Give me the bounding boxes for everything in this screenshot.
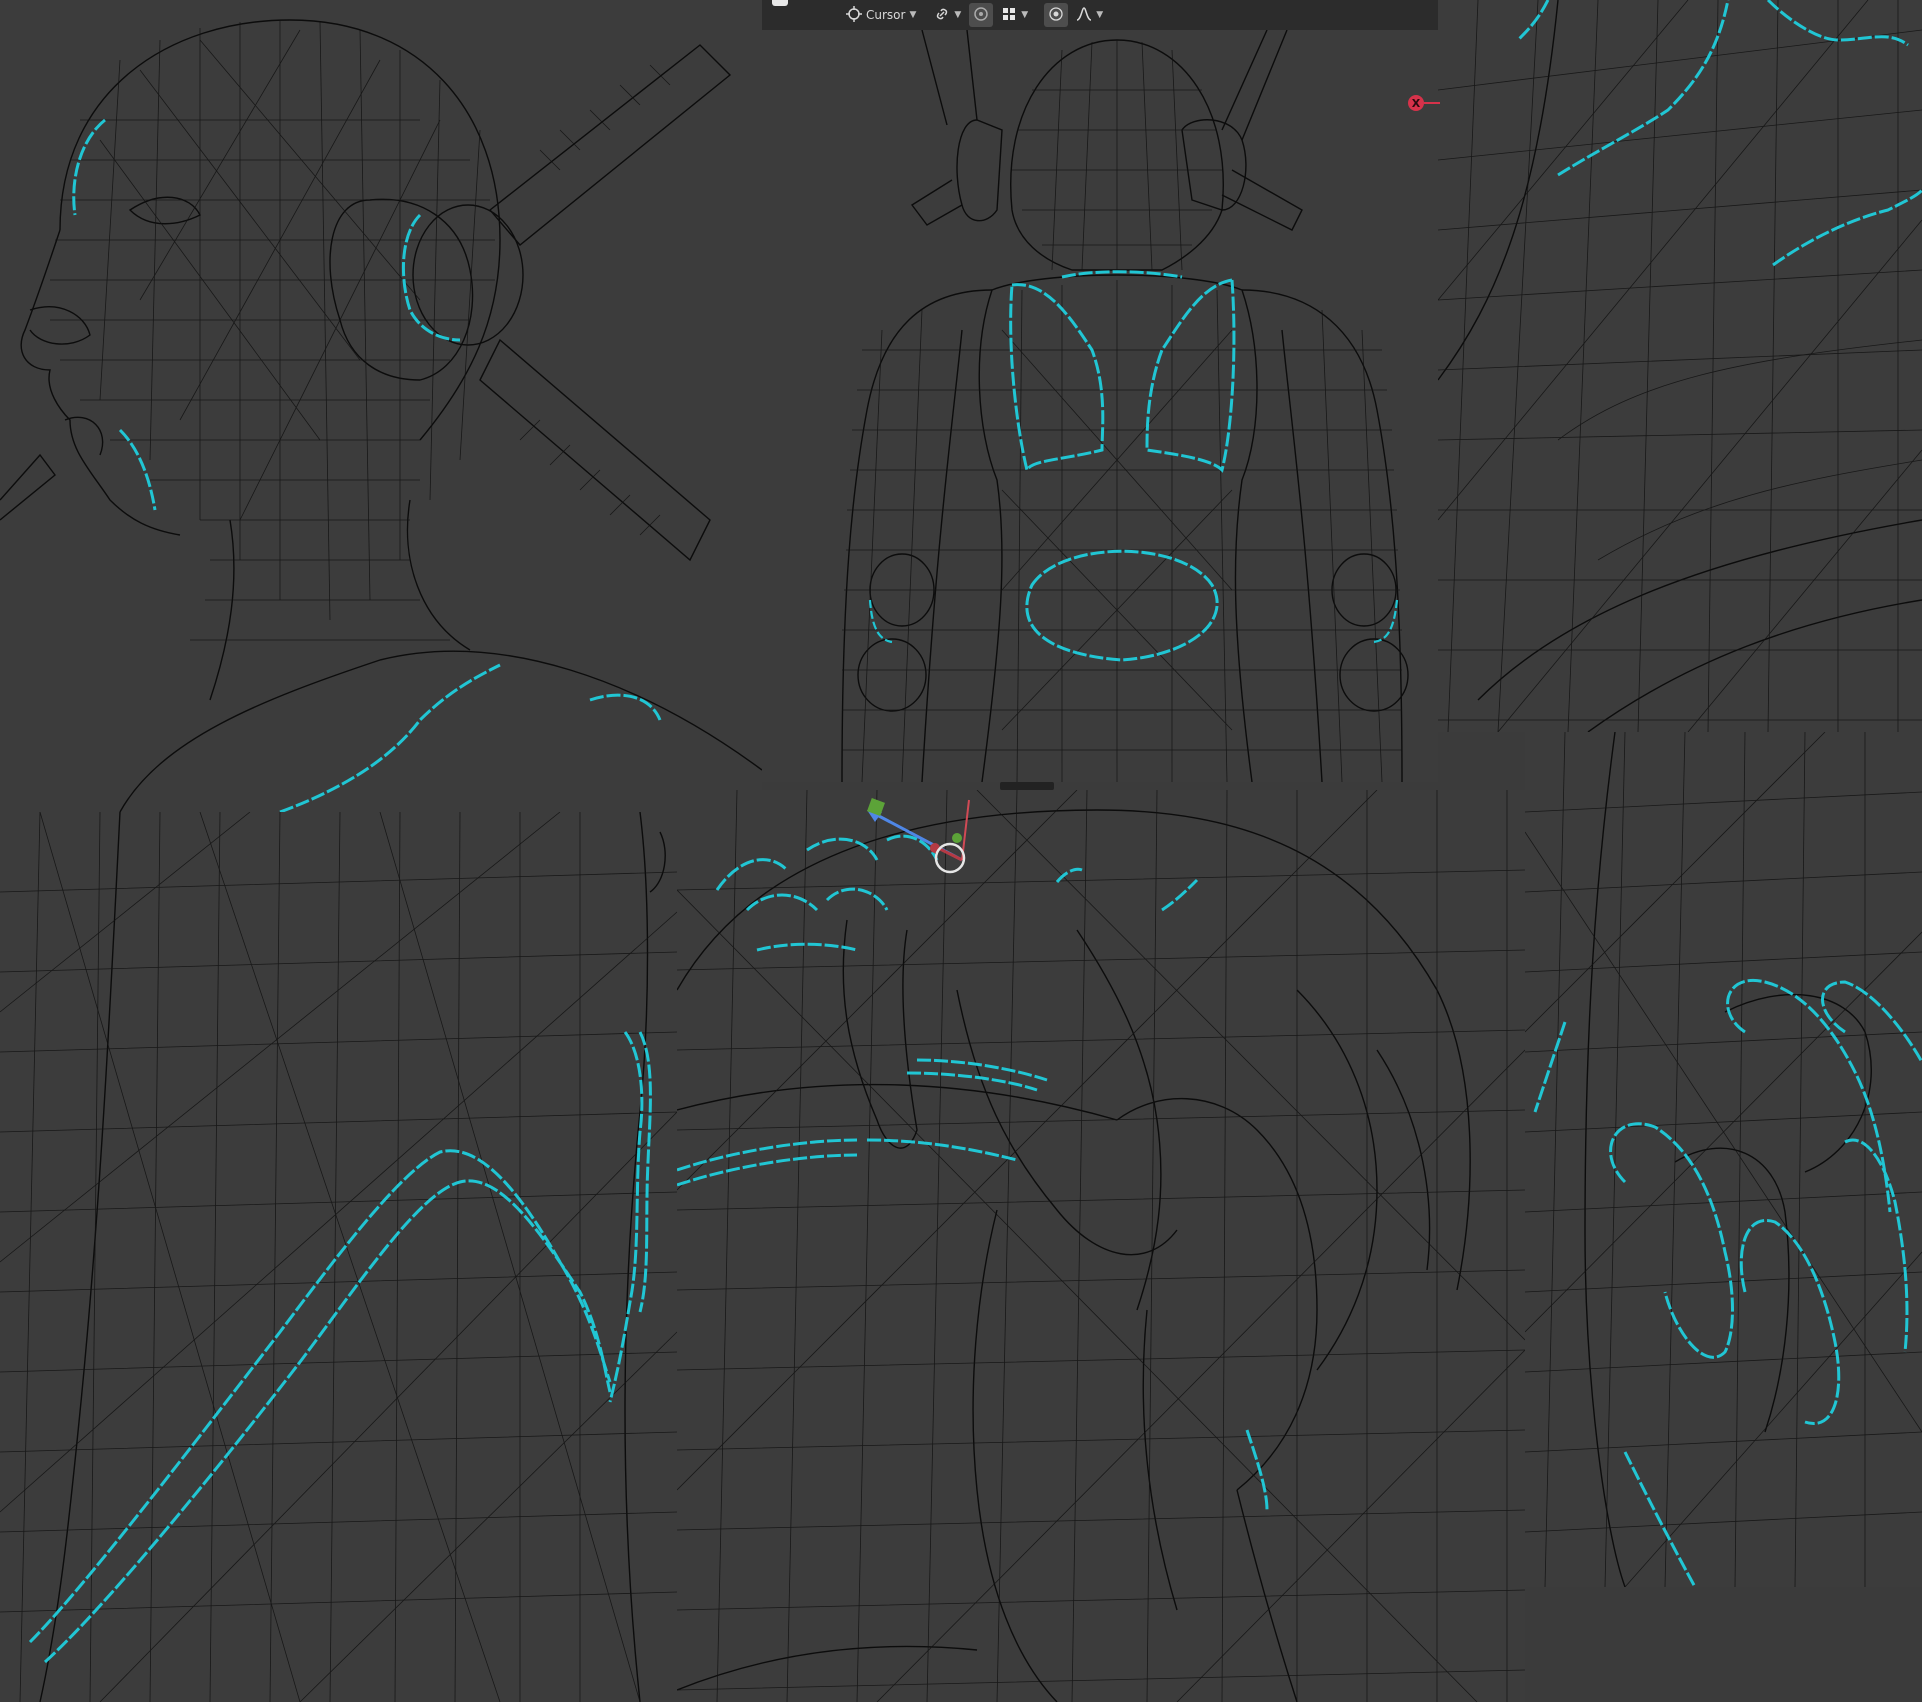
pivot-point-dropdown[interactable]: Cursor ▼: [842, 3, 920, 27]
snap-toggle[interactable]: ▼: [930, 3, 965, 27]
arm-mesh: [0, 812, 677, 1702]
seam-arm-inner: [43, 1179, 612, 1664]
seam-thumb: [756, 942, 858, 952]
x-axis-line: [1424, 102, 1440, 104]
back-view-viewport[interactable]: [762, 30, 1438, 782]
seam-knuckles-2: [745, 887, 889, 912]
fingers-mesh: [1525, 732, 1922, 1587]
shoulder-mesh: [1438, 0, 1922, 732]
seam-collar: [589, 693, 662, 721]
seam-jaw: [118, 428, 157, 511]
seam-finger-d: [1739, 1218, 1841, 1425]
snap-grid-toggle[interactable]: ▼: [997, 3, 1032, 27]
seam-ear: [402, 213, 461, 342]
transform-gizmo[interactable]: [867, 798, 970, 874]
link-icon: [934, 6, 950, 25]
seam-deltoid: [1772, 188, 1922, 267]
proportional-edit-icon: [1048, 6, 1064, 25]
x-axis-label: X: [1411, 96, 1421, 110]
seam-finger: [1245, 1429, 1269, 1511]
add-menu-button[interactable]: [772, 0, 788, 6]
seam-wrist-2: [677, 1153, 858, 1187]
chevron-down-icon: ▼: [954, 10, 962, 20]
head-side-viewport[interactable]: [0, 0, 762, 812]
hand-closeup-viewport[interactable]: [677, 790, 1525, 1702]
head-side-mesh: [0, 19, 762, 812]
navigation-gizmo-x[interactable]: X: [1408, 95, 1424, 111]
falloff-dropdown[interactable]: ▼: [1072, 3, 1107, 27]
collage-canvas: Cursor ▼ ▼ ▼ ▼ X: [0, 0, 1922, 1702]
pivot-cursor-icon: [846, 5, 862, 25]
chevron-down-icon: ▼: [909, 10, 917, 20]
pivot-point-label: Cursor: [866, 8, 906, 22]
seam-finger-a: [1821, 980, 1922, 1063]
seam-lower-back-oval: [1025, 549, 1219, 662]
seam-finger-e: [1844, 1138, 1909, 1353]
snap-grid-icon: [1001, 6, 1017, 25]
back-view-mesh: [841, 30, 1409, 782]
seam-brow: [72, 118, 106, 216]
chevron-down-icon: ▼: [1096, 10, 1104, 20]
proportional-edit-icon: [973, 6, 989, 25]
shoulder-closeup-viewport[interactable]: [1438, 0, 1922, 732]
seam-arm-outer: [28, 1149, 612, 1644]
seam-wrist-edge: [1533, 1021, 1567, 1113]
falloff-curve-icon: [1076, 6, 1092, 25]
chevron-down-icon: ▼: [1021, 10, 1029, 20]
seam-finger-tip: [1055, 867, 1199, 912]
seam-clavicle: [1557, 0, 1730, 177]
seam-right-scapula: [1145, 278, 1236, 473]
seam-clavicle-top: [1516, 0, 1550, 42]
seam-knuckles: [715, 834, 939, 891]
seam-finger-b: [1726, 978, 1892, 1213]
proportional-edit-toggle[interactable]: [969, 3, 994, 27]
viewport-divider-tab[interactable]: [1000, 782, 1054, 790]
hand-mesh: [677, 790, 1525, 1702]
seam-palm-top-2: [906, 1071, 1038, 1092]
proportional-falloff-toggle[interactable]: [1044, 3, 1069, 27]
seam-shoulder: [279, 663, 501, 812]
viewport-header-toolbar: Cursor ▼ ▼ ▼ ▼: [762, 0, 1438, 30]
arm-closeup-viewport[interactable]: [0, 812, 677, 1702]
seam-right-elbow: [1373, 599, 1399, 644]
fingers-closeup-viewport[interactable]: [1525, 732, 1922, 1587]
seam-arm-edge-2: [638, 1031, 652, 1313]
seam-left-scapula: [1009, 283, 1105, 475]
